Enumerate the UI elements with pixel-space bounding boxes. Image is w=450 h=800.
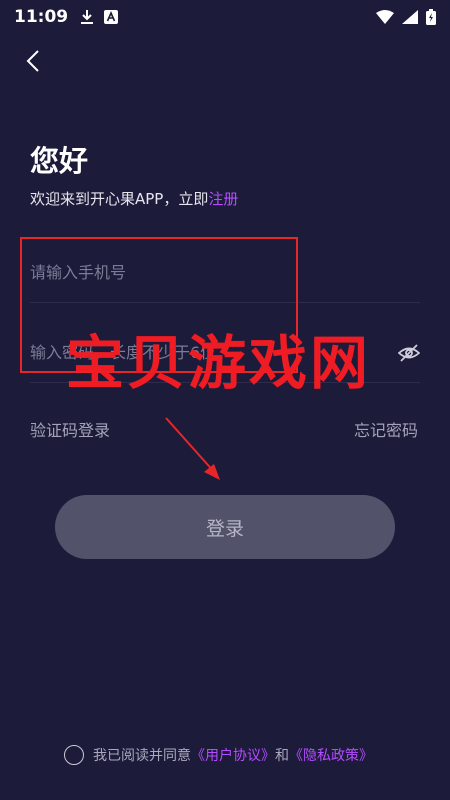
password-input[interactable] [30,343,420,362]
status-right-icons [376,9,436,25]
sms-login-link[interactable]: 验证码登录 [30,417,110,441]
login-button[interactable]: 登录 [55,495,395,559]
welcome-prefix: 欢迎来到开心果APP，立即 [30,190,209,208]
privacy-policy-link[interactable]: 《隐私政策》 [289,745,373,765]
wifi-icon [376,10,394,24]
welcome-text: 欢迎来到开心果APP，立即注册 [30,188,238,209]
agreement-row: 我已阅读并同意 《用户协议》 和 《隐私政策》 [64,745,373,765]
link-row: 验证码登录 忘记密码 [30,417,418,441]
status-time: 11:09 [14,7,69,27]
eye-off-icon[interactable] [398,342,420,364]
forgot-password-link[interactable]: 忘记密码 [354,417,418,441]
phone-field [30,243,420,303]
download-icon [81,10,94,24]
battery-charging-icon [426,9,436,25]
a-badge-icon [104,10,119,24]
agreement-prefix: 我已阅读并同意 [93,748,191,764]
signal-icon [402,10,418,24]
password-field [30,323,420,383]
user-agreement-link[interactable]: 《用户协议》 [191,745,275,765]
phone-input[interactable] [30,263,420,282]
agree-checkbox[interactable] [64,745,84,765]
status-bar: 11:09 [0,0,450,34]
register-link[interactable]: 注册 [208,190,238,208]
status-left-icons [80,9,119,25]
chevron-left-icon [26,50,39,72]
page-title: 您好 [30,144,89,178]
agreement-conjunction: 和 [275,748,289,764]
back-button[interactable] [18,46,48,76]
